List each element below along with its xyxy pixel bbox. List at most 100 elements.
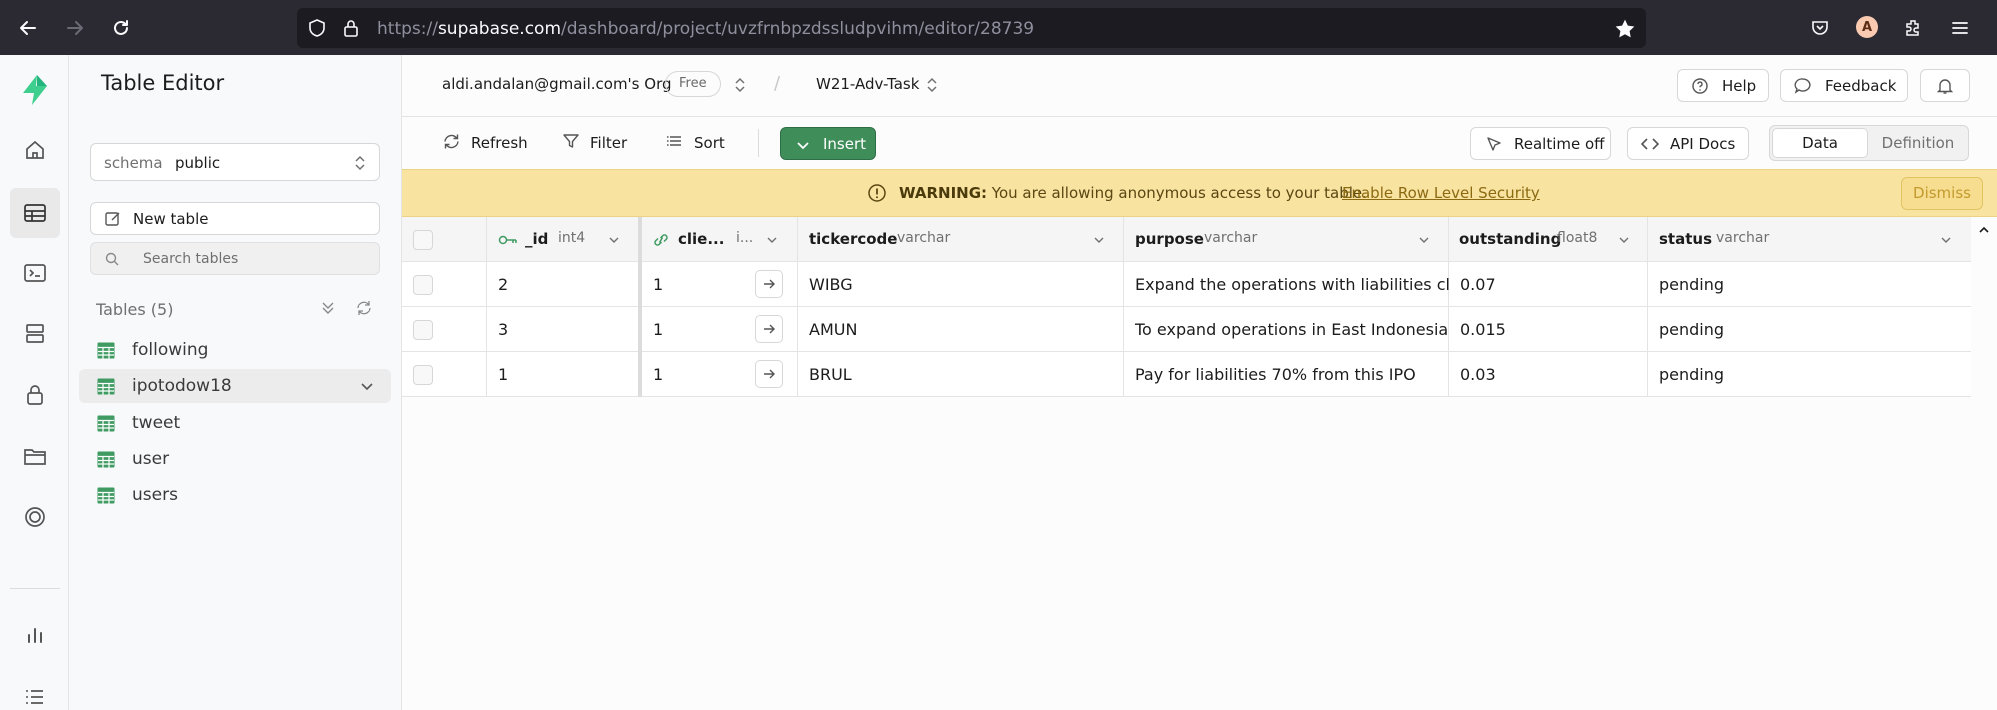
new-table-button[interactable]: New table	[90, 202, 380, 235]
sidebar-item-following[interactable]: following	[79, 333, 391, 367]
chevron-down-icon[interactable]	[1092, 232, 1106, 251]
forward-icon[interactable]	[61, 14, 89, 42]
feedback-button[interactable]: Feedback	[1780, 69, 1908, 102]
refresh-button[interactable]: Refresh	[442, 127, 528, 159]
back-icon[interactable]	[14, 14, 42, 42]
org-switcher-icon[interactable]	[734, 76, 746, 98]
foreign-key-arrow-icon[interactable]	[755, 315, 783, 343]
reports-chart-icon[interactable]	[10, 610, 60, 660]
chevron-down-icon[interactable]	[359, 378, 375, 398]
api-docs-button[interactable]: API Docs	[1627, 127, 1749, 160]
enable-rls-link[interactable]: Enable Row Level Security	[1342, 184, 1540, 202]
cell-value: 0.015	[1460, 320, 1506, 339]
tab-data[interactable]: Data	[1772, 128, 1868, 158]
filter-icon	[562, 132, 580, 154]
project-name[interactable]: W21-Adv-Task	[816, 75, 919, 93]
cell-value: BRUL	[809, 365, 852, 384]
table-grid-icon	[97, 451, 115, 472]
edge-functions-icon[interactable]	[10, 492, 60, 542]
pocket-icon[interactable]	[1808, 16, 1832, 40]
cell-tickercode[interactable]: AMUN	[798, 307, 1124, 352]
row-checkbox[interactable]	[413, 320, 433, 340]
cell-outstanding[interactable]: 0.07	[1449, 262, 1648, 307]
select-all-checkbox[interactable]	[413, 230, 433, 250]
chevron-down-icon[interactable]	[1939, 232, 1953, 251]
help-button[interactable]: Help	[1677, 69, 1769, 102]
lock-icon[interactable]	[341, 18, 361, 38]
sidebar-item-ipotodow18[interactable]: ipotodow18	[79, 369, 391, 403]
table-editor-icon[interactable]	[10, 188, 60, 238]
column-header-tickercode[interactable]: tickercode varchar	[798, 217, 1124, 262]
cell-status[interactable]: pending	[1648, 352, 1971, 397]
org-name[interactable]: aldi.andalan@gmail.com's Org	[442, 75, 672, 93]
cell-id[interactable]: 3	[487, 307, 640, 352]
project-switcher-icon[interactable]	[926, 76, 938, 98]
cell-status[interactable]: pending	[1648, 262, 1971, 307]
chevron-down-icon[interactable]	[1417, 232, 1431, 251]
table-grid-icon	[97, 487, 115, 508]
column-name: purpose	[1135, 230, 1204, 248]
frozen-column-divider[interactable]	[638, 217, 642, 397]
cell-id[interactable]: 1	[487, 352, 640, 397]
url-text[interactable]: https://supabase.com/dashboard/project/u…	[377, 19, 1034, 39]
cell-status[interactable]: pending	[1648, 307, 1971, 352]
cell-client[interactable]: 1	[642, 307, 798, 352]
column-type: varchar	[1716, 230, 1770, 246]
sidebar-item-tweet[interactable]: tweet	[79, 406, 391, 440]
column-header-outstanding[interactable]: outstanding float8	[1449, 217, 1648, 262]
chevron-down-icon[interactable]	[1617, 232, 1631, 251]
extensions-icon[interactable]	[1901, 16, 1925, 40]
sort-button[interactable]: Sort	[666, 127, 725, 159]
tab-definition[interactable]: Definition	[1870, 128, 1966, 158]
chevron-down-icon[interactable]	[607, 232, 621, 251]
cell-outstanding[interactable]: 0.03	[1449, 352, 1648, 397]
realtime-toggle-button[interactable]: Realtime off	[1470, 127, 1611, 160]
dismiss-button[interactable]: Dismiss	[1901, 177, 1983, 210]
search-tables-input[interactable]: Search tables	[90, 242, 380, 275]
logs-list-icon[interactable]	[10, 672, 60, 710]
column-header-purpose[interactable]: purpose varchar	[1124, 217, 1449, 262]
menu-icon[interactable]	[1948, 16, 1972, 40]
cell-purpose[interactable]: To expand operations in East Indonesia	[1124, 307, 1449, 352]
chevron-down-icon[interactable]	[765, 232, 779, 251]
insert-button[interactable]: Insert	[780, 127, 876, 160]
collapse-all-icon[interactable]	[319, 299, 339, 319]
refresh-tables-icon[interactable]	[355, 299, 375, 319]
cell-client[interactable]: 1	[642, 262, 798, 307]
address-bar[interactable]: https://supabase.com/dashboard/project/u…	[297, 8, 1646, 48]
auth-lock-icon[interactable]	[10, 370, 60, 420]
notifications-button[interactable]	[1920, 69, 1970, 102]
sidebar-item-users[interactable]: users	[79, 478, 391, 512]
cell-client[interactable]: 1	[642, 352, 798, 397]
schema-select[interactable]: schema public	[90, 143, 380, 181]
database-icon[interactable]	[10, 309, 60, 359]
bookmark-star-icon[interactable]	[1614, 18, 1635, 38]
row-checkbox[interactable]	[413, 275, 433, 295]
column-name: _id	[525, 230, 549, 248]
home-icon[interactable]	[10, 125, 60, 175]
row-checkbox[interactable]	[413, 365, 433, 385]
column-header-id[interactable]: _id int4	[487, 217, 640, 262]
scroll-up-icon[interactable]	[1971, 217, 1997, 243]
filter-button[interactable]: Filter	[562, 127, 627, 159]
table-name: ipotodow18	[132, 376, 232, 396]
cell-purpose[interactable]: Pay for liabilities 70% from this IPO	[1124, 352, 1449, 397]
account-avatar[interactable]: A	[1856, 16, 1878, 38]
column-header-status[interactable]: status varchar	[1648, 217, 1971, 262]
shield-icon[interactable]	[307, 18, 327, 38]
warning-message: WARNING: You are allowing anonymous acce…	[899, 184, 1367, 202]
cell-tickercode[interactable]: WIBG	[798, 262, 1124, 307]
cell-id[interactable]: 2	[487, 262, 640, 307]
foreign-key-arrow-icon[interactable]	[755, 270, 783, 298]
alert-circle-icon	[867, 183, 887, 207]
supabase-logo-icon[interactable]	[10, 65, 60, 115]
cell-tickercode[interactable]: BRUL	[798, 352, 1124, 397]
reload-icon[interactable]	[107, 14, 135, 42]
column-header-client[interactable]: clie... i...	[642, 217, 798, 262]
foreign-key-arrow-icon[interactable]	[755, 360, 783, 388]
sidebar-item-user[interactable]: user	[79, 442, 391, 476]
storage-folder-icon[interactable]	[10, 431, 60, 481]
sql-editor-icon[interactable]	[10, 248, 60, 298]
cell-purpose[interactable]: Expand the operations with liabilities c…	[1124, 262, 1449, 307]
cell-outstanding[interactable]: 0.015	[1449, 307, 1648, 352]
